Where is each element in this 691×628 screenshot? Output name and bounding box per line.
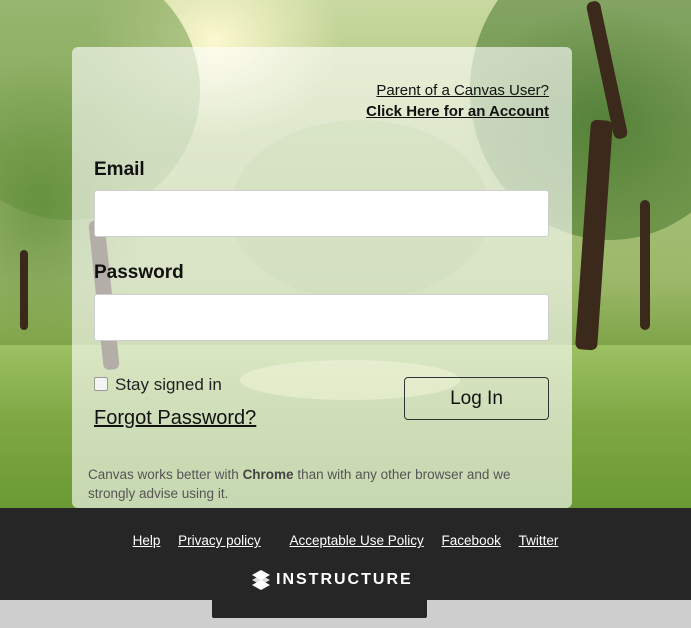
instructure-logo[interactable]: INSTRUCTURE	[252, 570, 413, 590]
footer-links: Help Privacy policy Acceptable Use Polic…	[0, 533, 691, 548]
stay-signed-in[interactable]: Stay signed in	[94, 375, 222, 395]
email-field[interactable]	[94, 190, 549, 237]
login-card: Parent of a Canvas User? Click Here for …	[72, 47, 572, 508]
tree-trunk	[640, 200, 650, 330]
create-account-link[interactable]: Click Here for an Account	[366, 101, 549, 122]
notice-text-before: Canvas works better with	[88, 467, 243, 482]
stay-signed-in-label: Stay signed in	[115, 375, 222, 394]
parent-account-link-group: Parent of a Canvas User? Click Here for …	[366, 80, 549, 122]
forgot-password-link[interactable]: Forgot Password?	[94, 407, 256, 430]
password-field[interactable]	[94, 294, 549, 341]
email-label: Email	[94, 159, 145, 180]
footer: Help Privacy policy Acceptable Use Polic…	[0, 508, 691, 600]
stay-signed-in-checkbox[interactable]	[94, 376, 108, 391]
footer-facebook-link[interactable]: Facebook	[442, 533, 501, 548]
browser-notice: Canvas works better with Chrome than wit…	[88, 465, 548, 503]
password-label: Password	[94, 262, 184, 283]
footer-tab	[212, 596, 427, 618]
footer-aup-link[interactable]: Acceptable Use Policy	[289, 533, 423, 548]
instructure-icon	[252, 570, 270, 590]
login-button[interactable]: Log In	[404, 377, 549, 420]
footer-privacy-link[interactable]: Privacy policy	[178, 533, 261, 548]
footer-help-link[interactable]: Help	[133, 533, 161, 548]
tree-trunk	[20, 250, 28, 330]
footer-twitter-link[interactable]: Twitter	[519, 533, 559, 548]
notice-browser: Chrome	[242, 467, 294, 482]
parent-question-link[interactable]: Parent of a Canvas User?	[366, 80, 549, 101]
instructure-wordmark: INSTRUCTURE	[276, 571, 413, 588]
